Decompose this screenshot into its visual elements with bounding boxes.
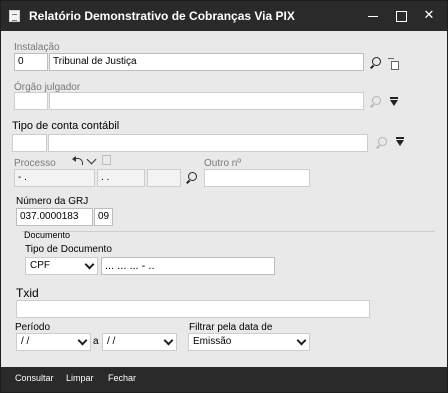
fechar-button[interactable]: Fechar [108, 373, 136, 383]
search-icon[interactable] [369, 56, 383, 70]
filtrar-data-value: Emissão [193, 336, 232, 347]
title-bar[interactable]: Relatório Demonstrativo de Cobranças Via… [1, 1, 447, 31]
txid-input[interactable] [16, 300, 370, 318]
chevron-down-icon[interactable] [86, 154, 97, 165]
limpar-button[interactable]: Limpar [66, 373, 94, 383]
tipo-documento-select[interactable]: CPF [25, 257, 98, 275]
numero-grj-suffix-input[interactable]: 09 [94, 208, 113, 226]
consultar-button[interactable]: Consultar [15, 373, 54, 383]
periodo-from-value: / / [21, 336, 30, 347]
tipo-conta-label: Tipo de conta contábil [12, 120, 120, 132]
save-icon[interactable] [102, 155, 111, 165]
documento-number-input[interactable]: ... ... ... - .. [101, 257, 275, 275]
processo-digit-input[interactable]: . . [97, 169, 145, 187]
periodo-from-select[interactable]: / / [16, 333, 91, 351]
periodo-to-select[interactable]: / / [102, 333, 177, 351]
minimize-button[interactable] [359, 1, 387, 31]
chevron-down-icon [77, 335, 88, 346]
close-button[interactable]: ✕ [415, 1, 443, 31]
search-icon[interactable] [185, 171, 199, 185]
instalacao-code-input[interactable]: 0 [14, 53, 48, 71]
periodo-to-value: / / [107, 336, 116, 347]
search-icon[interactable] [375, 136, 389, 150]
chevron-down-icon [84, 259, 95, 270]
instalacao-name-input[interactable]: Tribunal de Justiça [49, 53, 364, 71]
report-window: Relatório Demonstrativo de Cobranças Via… [0, 0, 448, 393]
filtrar-data-select[interactable]: Emissão [188, 333, 310, 351]
orgao-julgador-code-input[interactable] [14, 92, 48, 110]
search-icon[interactable] [369, 95, 383, 109]
maximize-button[interactable] [387, 1, 415, 31]
app-icon [9, 10, 20, 22]
documento-group-label: Documento [24, 230, 71, 240]
txid-label: Txid [16, 286, 39, 300]
processo-origin-input[interactable] [147, 169, 181, 187]
window-title: Relatório Demonstrativo de Cobranças Via… [29, 9, 295, 23]
clear-icon[interactable] [386, 56, 400, 70]
filter-icon[interactable] [387, 96, 401, 110]
chevron-down-icon [163, 335, 174, 346]
processo-label: Processo [14, 158, 56, 169]
processo-number-input[interactable]: - . [14, 169, 95, 187]
outro-numero-input[interactable] [204, 169, 310, 187]
filter-icon[interactable] [393, 136, 407, 150]
instalacao-label: Instalação [14, 42, 60, 53]
outro-numero-label: Outro nº [204, 158, 242, 169]
bottom-toolbar: Consultar Limpar Fechar [1, 367, 447, 392]
filtrar-label: Filtrar pela data de [189, 322, 273, 333]
tipo-conta-code-input[interactable] [12, 134, 47, 152]
tipo-conta-name-input[interactable] [48, 134, 368, 152]
periodo-separator: a [93, 336, 99, 347]
tipo-documento-label: Tipo de Documento [25, 244, 112, 255]
numero-grj-input[interactable]: 037.0000183 [16, 208, 93, 226]
chevron-down-icon [296, 335, 307, 346]
undo-icon[interactable] [72, 156, 84, 166]
numero-grj-label: Número da GRJ [16, 196, 89, 207]
periodo-label: Período [15, 322, 51, 333]
tipo-documento-value: CPF [30, 260, 50, 271]
orgao-julgador-name-input[interactable] [49, 92, 364, 110]
